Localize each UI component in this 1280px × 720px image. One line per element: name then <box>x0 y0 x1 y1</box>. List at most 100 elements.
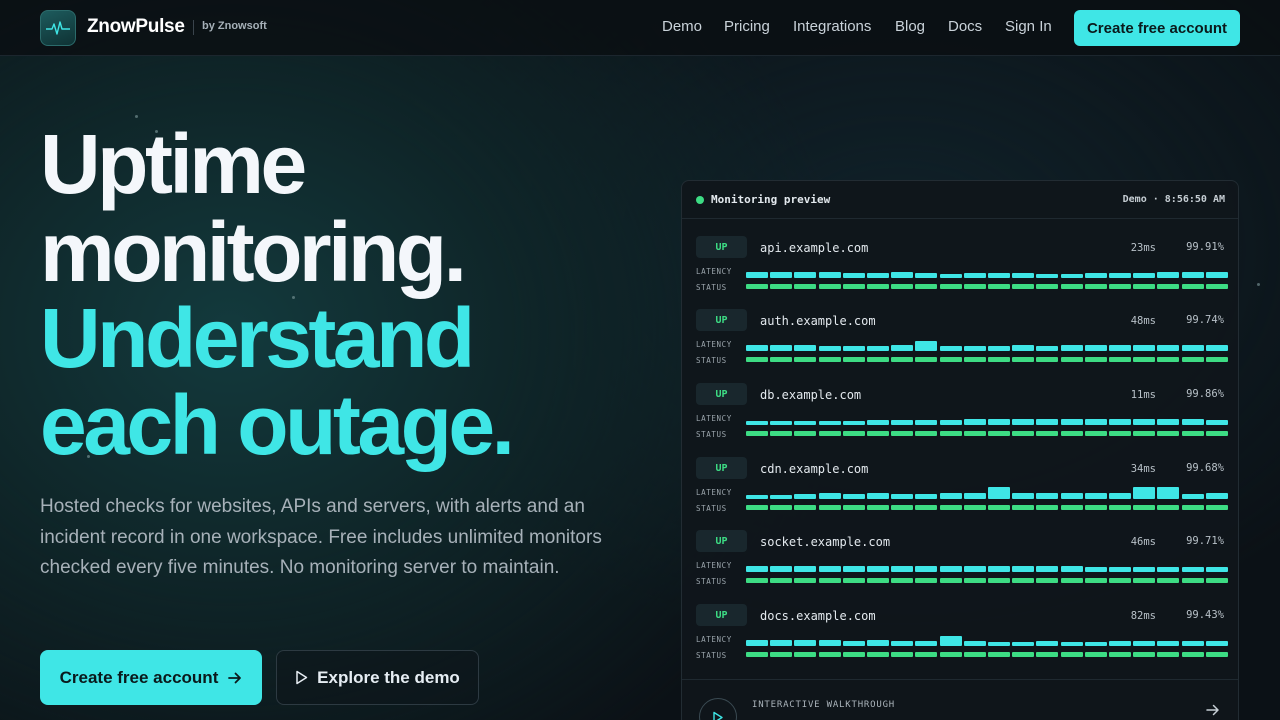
monitor-uptime: 99.71% <box>1186 535 1224 547</box>
latency-bar <box>746 272 768 278</box>
status-bar <box>1133 431 1156 436</box>
status-bar <box>1181 431 1204 436</box>
status-bar <box>939 431 962 436</box>
latency-bar <box>867 493 889 499</box>
walkthrough-row[interactable]: INTERACTIVE WALKTHROUGH <box>682 679 1238 720</box>
status-bar <box>1157 284 1180 289</box>
status-bar <box>1060 431 1083 436</box>
nav-link-blog[interactable]: Blog <box>895 18 925 35</box>
status-bar <box>891 578 914 583</box>
status-bar <box>1012 652 1035 657</box>
latency-bar <box>770 345 793 351</box>
play-circle-icon[interactable] <box>699 698 737 720</box>
status-bar <box>939 578 962 583</box>
latency-bar <box>963 273 986 278</box>
nav-link-pricing[interactable]: Pricing <box>724 18 770 35</box>
latency-bar <box>867 640 889 646</box>
monitor-row[interactable]: UP auth.example.com 48ms 99.74% LATENCY STATU… <box>682 309 1238 383</box>
latency-bar <box>1133 567 1156 572</box>
monitor-latency: 23ms <box>1130 242 1156 254</box>
status-bar <box>1060 357 1083 362</box>
latency-bar <box>1036 346 1059 351</box>
nav-link-docs[interactable]: Docs <box>948 18 982 35</box>
status-timeline <box>746 284 1228 290</box>
latency-bar <box>1181 272 1204 278</box>
latency-bar <box>770 272 793 278</box>
latency-bar <box>939 636 962 646</box>
status-badge: UP <box>696 383 747 405</box>
latency-bar <box>988 566 1010 572</box>
status-bar <box>988 505 1010 510</box>
latency-label: LATENCY <box>696 635 732 644</box>
status-bar <box>1109 578 1131 583</box>
monitor-uptime: 99.86% <box>1186 388 1224 400</box>
status-bar <box>1133 357 1156 362</box>
explore-demo-button[interactable]: Explore the demo <box>276 650 479 705</box>
latency-bar <box>867 566 889 572</box>
latency-bar <box>1157 345 1180 351</box>
latency-bar <box>1205 272 1228 278</box>
status-badge: UP <box>696 457 747 479</box>
latency-bar <box>1109 641 1131 646</box>
latency-bar <box>963 493 986 499</box>
status-bar <box>1181 578 1204 583</box>
hero-description: Hosted checks for websites, APIs and ser… <box>40 496 602 578</box>
walkthrough-label: INTERACTIVE WALKTHROUGH <box>752 700 896 710</box>
arrow-right-icon[interactable] <box>1206 704 1220 716</box>
status-timeline <box>746 357 1228 363</box>
status-bar <box>1060 652 1083 657</box>
latency-bar <box>988 642 1010 646</box>
nav-create-account-button[interactable]: Create free account <box>1074 10 1240 46</box>
status-bar <box>770 284 793 289</box>
status-label: STATUS <box>696 577 727 586</box>
status-bar <box>988 357 1010 362</box>
status-bar <box>1036 357 1059 362</box>
latency-bar <box>1060 274 1083 278</box>
nav-link-sign-in[interactable]: Sign In <box>1005 18 1052 35</box>
latency-bar <box>915 494 938 499</box>
create-account-button[interactable]: Create free account <box>40 650 262 705</box>
latency-bar <box>1036 566 1059 572</box>
logo-icon[interactable] <box>40 10 76 46</box>
latency-bar <box>1012 566 1035 572</box>
monitor-host: db.example.com <box>760 388 862 402</box>
latency-sparkline <box>746 258 1228 278</box>
latency-bar <box>770 421 793 425</box>
monitor-latency: 82ms <box>1130 610 1156 622</box>
monitor-host: socket.example.com <box>760 535 891 549</box>
status-bar <box>746 652 768 657</box>
status-bar <box>988 431 1010 436</box>
monitor-row[interactable]: UP api.example.com 23ms 99.91% LATENCY STATUS <box>682 236 1238 310</box>
nav-link-integrations[interactable]: Integrations <box>793 18 871 35</box>
latency-bar <box>746 495 768 499</box>
latency-bar <box>1109 493 1131 499</box>
brand-name[interactable]: ZnowPulse <box>87 16 185 38</box>
status-bar <box>794 578 817 583</box>
monitor-row[interactable]: UP docs.example.com 82ms 99.43% LATENCY STATU… <box>682 604 1238 678</box>
background-particle <box>1257 283 1260 286</box>
status-label: STATUS <box>696 356 727 365</box>
latency-bar <box>939 274 962 278</box>
monitor-row[interactable]: UP socket.example.com 46ms 99.71% LATENCY STA… <box>682 530 1238 604</box>
latency-bar <box>1060 493 1083 499</box>
status-bar <box>1133 284 1156 289</box>
latency-bar <box>1084 642 1107 646</box>
latency-bar <box>770 566 793 572</box>
status-bar <box>891 284 914 289</box>
latency-bar <box>1084 567 1107 572</box>
status-bar <box>915 578 938 583</box>
latency-bar <box>818 421 841 425</box>
latency-bar <box>867 420 889 425</box>
monitor-row[interactable]: UP cdn.example.com 34ms 99.68% LATENCY STATUS <box>682 457 1238 531</box>
monitor-host: cdn.example.com <box>760 462 869 476</box>
nav-link-demo[interactable]: Demo <box>662 18 702 35</box>
panel-header: Monitoring preview Demo · 8:56:50 AM <box>682 181 1238 219</box>
monitor-row[interactable]: UP db.example.com 11ms 99.86% LATENCY STATUS <box>682 383 1238 457</box>
latency-bar <box>891 272 914 278</box>
explore-demo-label: Explore the demo <box>317 667 460 687</box>
latency-bar <box>746 566 768 572</box>
status-bar <box>1205 652 1228 657</box>
monitor-latency: 48ms <box>1130 315 1156 327</box>
latency-bar <box>842 494 865 499</box>
monitor-host: api.example.com <box>760 241 869 255</box>
